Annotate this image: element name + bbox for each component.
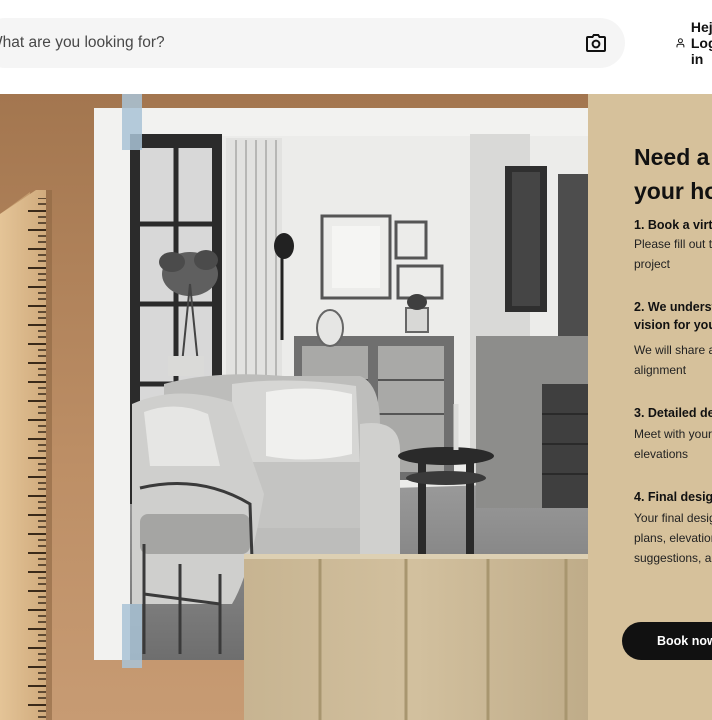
header: Hej! Log in — [0, 0, 712, 92]
visual-search-button[interactable] — [582, 29, 610, 57]
step-3-text: Meet with your designer to review floor … — [634, 427, 712, 461]
book-now-button[interactable]: Book now — [622, 622, 712, 660]
ruler-illustration — [0, 190, 52, 720]
panel-sample — [244, 554, 588, 720]
step-2-text: We will share a design direction to crea… — [634, 343, 712, 377]
page: Hej! Log in — [0, 0, 712, 720]
account-label: Hej! Log in — [690, 19, 712, 67]
step-4-text: Your final design includes a mood board,… — [634, 511, 712, 565]
info-panel: Need a design plan for your home? 1. Boo… — [588, 94, 712, 720]
step-1-title: 1. Book a virtual appointment — [634, 218, 712, 232]
hero-image — [0, 94, 588, 720]
step-4-title: 4. Final design delivery — [634, 490, 712, 504]
person-icon — [676, 38, 685, 48]
account-button[interactable]: Hej! Log in — [676, 19, 712, 67]
hero-banner: Need a design plan for your home? 1. Boo… — [0, 94, 712, 720]
panel-title: Need a design plan for your home? — [634, 144, 712, 204]
step-2-title: 2. We understand your needs and create a… — [634, 300, 712, 332]
camera-icon — [586, 34, 606, 52]
step-1-text: Please fill out the form to tell us abou… — [634, 237, 712, 271]
search-bar — [0, 18, 625, 68]
search-input[interactable] — [0, 18, 540, 68]
step-3-title: 3. Detailed design review — [634, 406, 712, 420]
